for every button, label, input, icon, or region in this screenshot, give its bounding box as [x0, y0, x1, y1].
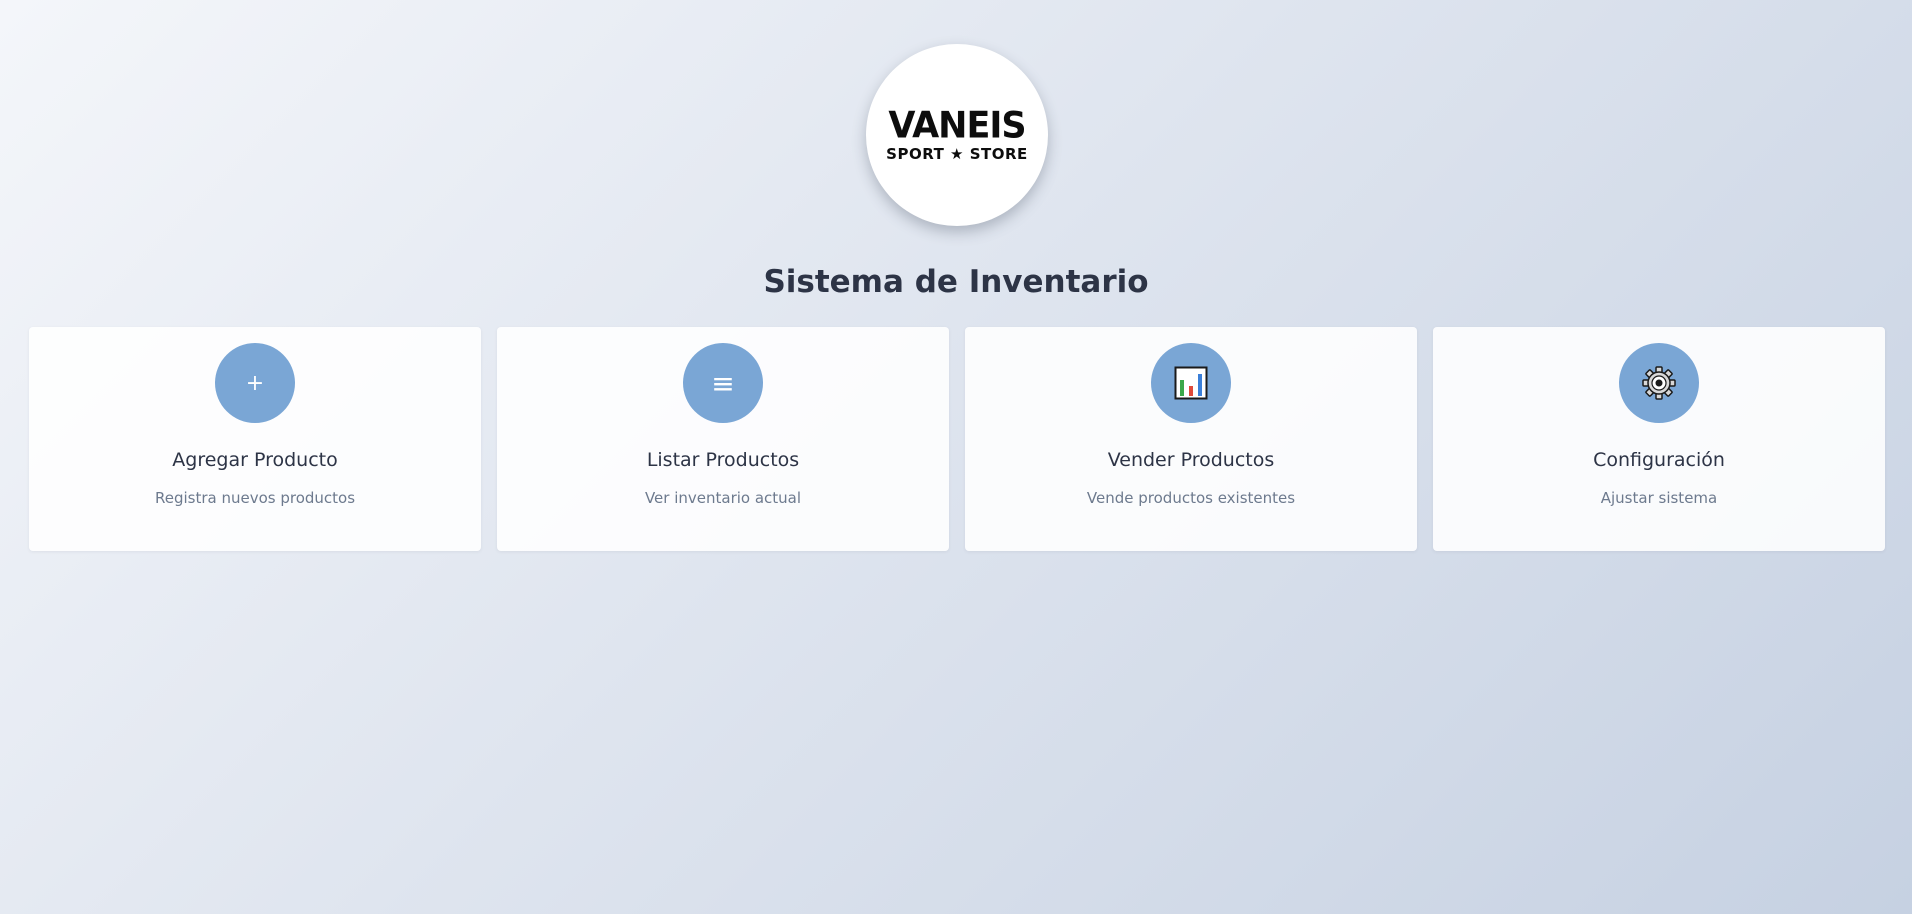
card-description: Registra nuevos productos: [154, 489, 356, 507]
bar-chart-icon: [1151, 343, 1231, 423]
gear-icon: [1619, 343, 1699, 423]
gear-svg: [1642, 366, 1676, 400]
page-title: Sistema de Inventario: [763, 264, 1149, 300]
card-description: Vende productos existentes: [1086, 489, 1296, 507]
list-products-card[interactable]: ≡ Listar Productos Ver inventario actual: [497, 327, 949, 551]
card-description: Ajustar sistema: [1600, 489, 1718, 507]
card-title: Vender Productos: [1107, 449, 1275, 471]
sell-products-card[interactable]: Vender Productos Vende productos existen…: [965, 327, 1417, 551]
card-title: Configuración: [1593, 449, 1725, 471]
card-description: Ver inventario actual: [644, 489, 802, 507]
settings-card[interactable]: Configuración Ajustar sistema: [1433, 327, 1885, 551]
card-title: Agregar Producto: [172, 449, 338, 471]
plus-glyph: +: [245, 370, 265, 396]
bar-chart-svg: [1174, 366, 1208, 400]
logo-tagline-text: SPORT ★ STORE: [886, 144, 1028, 163]
card-title: Listar Productos: [646, 449, 800, 471]
add-product-card[interactable]: + Agregar Producto Registra nuevos produ…: [29, 327, 481, 551]
menu-cards: + Agregar Producto Registra nuevos produ…: [29, 327, 1885, 551]
list-glyph: ≡: [711, 366, 735, 400]
logo-brand-text: VANEIS: [888, 104, 1026, 147]
list-icon: ≡: [683, 343, 763, 423]
plus-icon: +: [215, 343, 295, 423]
store-logo: VANEIS SPORT ★ STORE: [866, 44, 1048, 226]
